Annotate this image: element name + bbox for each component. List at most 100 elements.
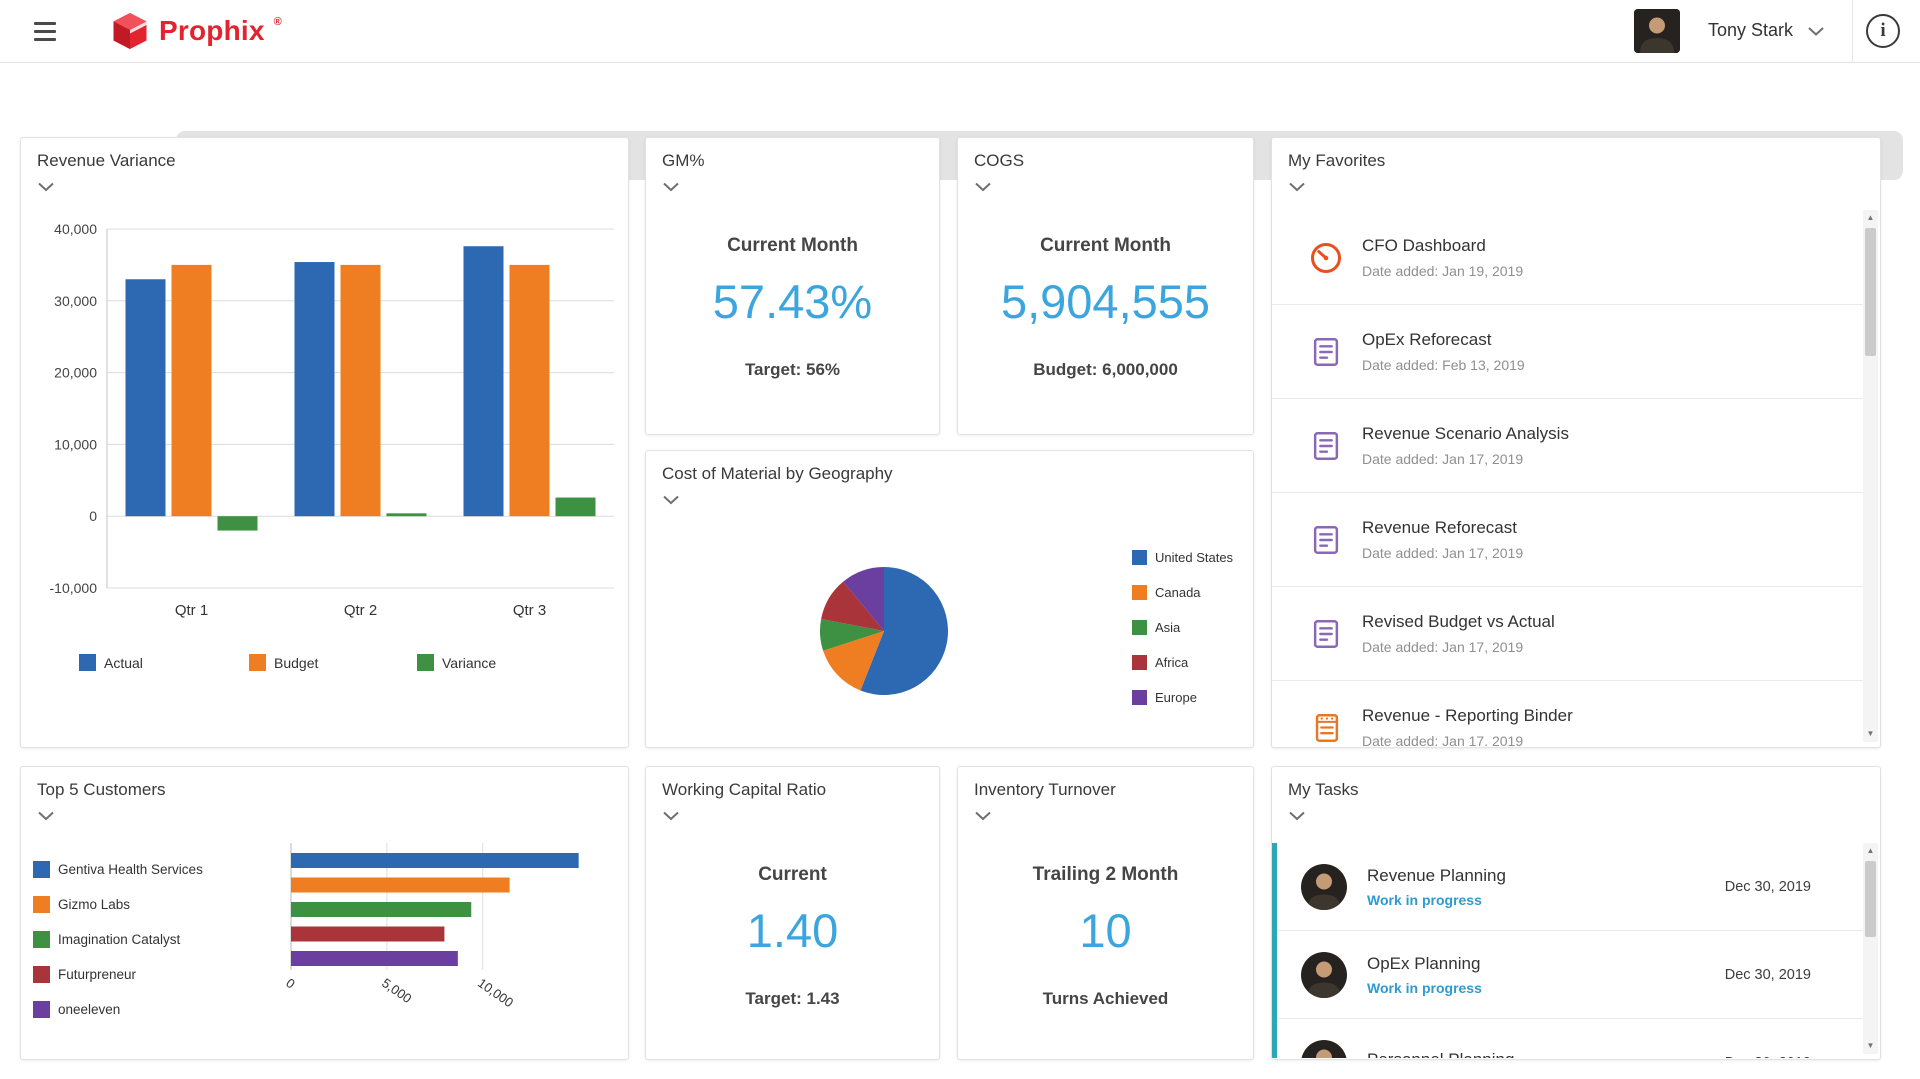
kpi-value: 5,904,555 xyxy=(958,274,1253,329)
svg-text:0: 0 xyxy=(283,975,298,991)
legend-item: Europe xyxy=(1132,690,1233,705)
scroll-up-arrow-icon[interactable]: ▲ xyxy=(1863,844,1878,858)
geography-pie-chart xyxy=(814,561,954,701)
favorite-title: OpEx Reforecast xyxy=(1362,330,1525,350)
card-title: Working Capital Ratio xyxy=(662,780,826,800)
svg-text:10,000: 10,000 xyxy=(54,436,97,452)
task-avatar xyxy=(1301,1040,1347,1059)
scroll-up-arrow-icon[interactable]: ▲ xyxy=(1863,211,1878,225)
svg-text:40,000: 40,000 xyxy=(54,221,97,237)
kpi-period-label: Current Month xyxy=(958,235,1253,257)
scrollbar-thumb[interactable] xyxy=(1865,861,1876,937)
info-icon[interactable]: i xyxy=(1866,14,1900,48)
card-title: Revenue Variance xyxy=(37,151,176,171)
legend-item: Actual xyxy=(79,654,143,671)
collapse-chevron-icon[interactable] xyxy=(38,811,54,821)
binder-icon xyxy=(1308,710,1344,746)
gm-percent-card: GM% Current Month 57.43% Target: 56% xyxy=(645,137,940,435)
task-item[interactable]: OpEx PlanningWork in progressDec 30, 201… xyxy=(1277,931,1863,1019)
dashboard-gauge-icon xyxy=(1308,240,1344,276)
task-avatar xyxy=(1301,952,1347,998)
top-5-customers-chart: 05,00010,000 xyxy=(277,827,612,1037)
report-icon xyxy=(1308,334,1344,370)
revenue-variance-chart: -10,000010,00020,00030,00040,000Qtr 1Qtr… xyxy=(25,208,625,620)
kpi-value: 57.43% xyxy=(646,274,939,329)
legend-item: Gizmo Labs xyxy=(33,896,203,913)
prophix-logo[interactable]: Prophix ® xyxy=(110,11,282,56)
svg-text:5,000: 5,000 xyxy=(379,975,414,1006)
tab-bar: Dashboard xyxy=(0,62,1920,118)
legend-item: Asia xyxy=(1132,620,1233,635)
task-title: Revenue Planning xyxy=(1367,866,1506,886)
collapse-chevron-icon[interactable] xyxy=(663,495,679,505)
collapse-chevron-icon[interactable] xyxy=(975,811,991,821)
my-favorites-card: My Favorites CFO Dashboard Date added: Ja… xyxy=(1271,137,1881,748)
collapse-chevron-icon[interactable] xyxy=(663,811,679,821)
kpi-period-label: Current xyxy=(646,864,939,886)
user-name[interactable]: Tony Stark xyxy=(1708,20,1793,41)
scrollbar[interactable]: ▲ ▼ xyxy=(1863,210,1878,742)
top-5-customers-card: Top 5 Customers Gentiva Health ServicesG… xyxy=(20,766,629,1060)
user-avatar[interactable] xyxy=(1634,9,1680,53)
kpi-period-label: Current Month xyxy=(646,235,939,257)
favorite-title: Revenue Reforecast xyxy=(1362,518,1523,538)
favorite-item[interactable]: CFO Dashboard Date added: Jan 19, 2019 xyxy=(1272,211,1863,305)
task-status-link[interactable]: Work in progress xyxy=(1367,892,1506,908)
card-title: My Tasks xyxy=(1288,780,1359,800)
favorite-item[interactable]: Revised Budget vs ActualDate added: Jan … xyxy=(1272,587,1863,681)
legend-item: Gentiva Health Services xyxy=(33,861,203,878)
card-title: COGS xyxy=(974,151,1024,171)
favorite-item[interactable]: Revenue - Reporting Binder Date added: Ja… xyxy=(1272,681,1863,746)
favorite-item[interactable]: OpEx Reforecast Date added: Feb 13, 2019 xyxy=(1272,305,1863,399)
scroll-down-arrow-icon[interactable]: ▼ xyxy=(1863,727,1878,741)
inventory-turnover-card: Inventory Turnover Trailing 2 Month 10 T… xyxy=(957,766,1254,1060)
top5-legend: Gentiva Health Services Gizmo Labs Imagina… xyxy=(33,861,203,1018)
favorite-title: Revised Budget vs Actual xyxy=(1362,612,1555,632)
collapse-chevron-icon[interactable] xyxy=(38,182,54,192)
favorite-title: Revenue - Reporting Binder xyxy=(1362,706,1573,726)
collapse-chevron-icon[interactable] xyxy=(975,182,991,192)
report-icon xyxy=(1308,522,1344,558)
kpi-period-label: Trailing 2 Month xyxy=(958,864,1253,886)
menu-icon[interactable] xyxy=(34,19,60,43)
scrollbar-thumb[interactable] xyxy=(1865,228,1876,356)
card-title: My Favorites xyxy=(1288,151,1385,171)
legend-item: oneeleven xyxy=(33,1001,203,1018)
favorite-date: Date added: Feb 13, 2019 xyxy=(1362,357,1525,373)
legend-item: Africa xyxy=(1132,655,1233,670)
chevron-down-icon[interactable] xyxy=(1808,27,1824,36)
geo-legend: United StatesCanadaAsiaAfricaEurope xyxy=(1132,550,1233,705)
favorite-item[interactable]: Revenue Scenario AnalysisDate added: Jan… xyxy=(1272,399,1863,493)
favorite-date: Date added: Jan 19, 2019 xyxy=(1362,263,1523,279)
task-date: Dec 30, 2019 xyxy=(1725,879,1811,895)
collapse-chevron-icon[interactable] xyxy=(1289,182,1305,192)
legend-item: Canada xyxy=(1132,585,1233,600)
svg-text:Qtr 2: Qtr 2 xyxy=(344,602,377,619)
svg-text:Qtr 1: Qtr 1 xyxy=(175,602,208,619)
kpi-target: Turns Achieved xyxy=(958,989,1253,1009)
card-title: Cost of Material by Geography xyxy=(662,464,893,484)
task-avatar xyxy=(1301,864,1347,910)
scroll-down-arrow-icon[interactable]: ▼ xyxy=(1863,1039,1878,1053)
cogs-card: COGS Current Month 5,904,555 Budget: 6,0… xyxy=(957,137,1254,435)
legend-item: Imagination Catalyst xyxy=(33,931,203,948)
task-status-link[interactable]: Work in progress xyxy=(1367,980,1482,996)
favorite-item[interactable]: Revenue ReforecastDate added: Jan 17, 20… xyxy=(1272,493,1863,587)
kpi-target: Target: 1.43 xyxy=(646,989,939,1009)
task-date: Dec 30, 2019 xyxy=(1725,1055,1811,1059)
svg-text:30,000: 30,000 xyxy=(54,293,97,309)
task-date: Dec 30, 2019 xyxy=(1725,967,1811,983)
task-item[interactable]: Revenue Planning Work in progress Dec 30, … xyxy=(1277,843,1863,931)
kpi-target: Target: 56% xyxy=(646,360,939,380)
collapse-chevron-icon[interactable] xyxy=(663,182,679,192)
favorite-title: CFO Dashboard xyxy=(1362,236,1523,256)
svg-text:-10,000: -10,000 xyxy=(50,580,98,596)
kpi-value: 10 xyxy=(958,903,1253,958)
favorite-date: Date added: Jan 17, 2019 xyxy=(1362,733,1573,746)
top-bar: Prophix ® Tony Stark i xyxy=(0,0,1920,63)
scrollbar[interactable]: ▲ ▼ xyxy=(1863,843,1878,1054)
card-title: Top 5 Customers xyxy=(37,780,166,800)
task-item[interactable]: Personnel PlanningDec 30, 2019 xyxy=(1277,1019,1863,1058)
collapse-chevron-icon[interactable] xyxy=(1289,811,1305,821)
favorites-list: CFO Dashboard Date added: Jan 19, 2019 OpE… xyxy=(1272,211,1863,746)
